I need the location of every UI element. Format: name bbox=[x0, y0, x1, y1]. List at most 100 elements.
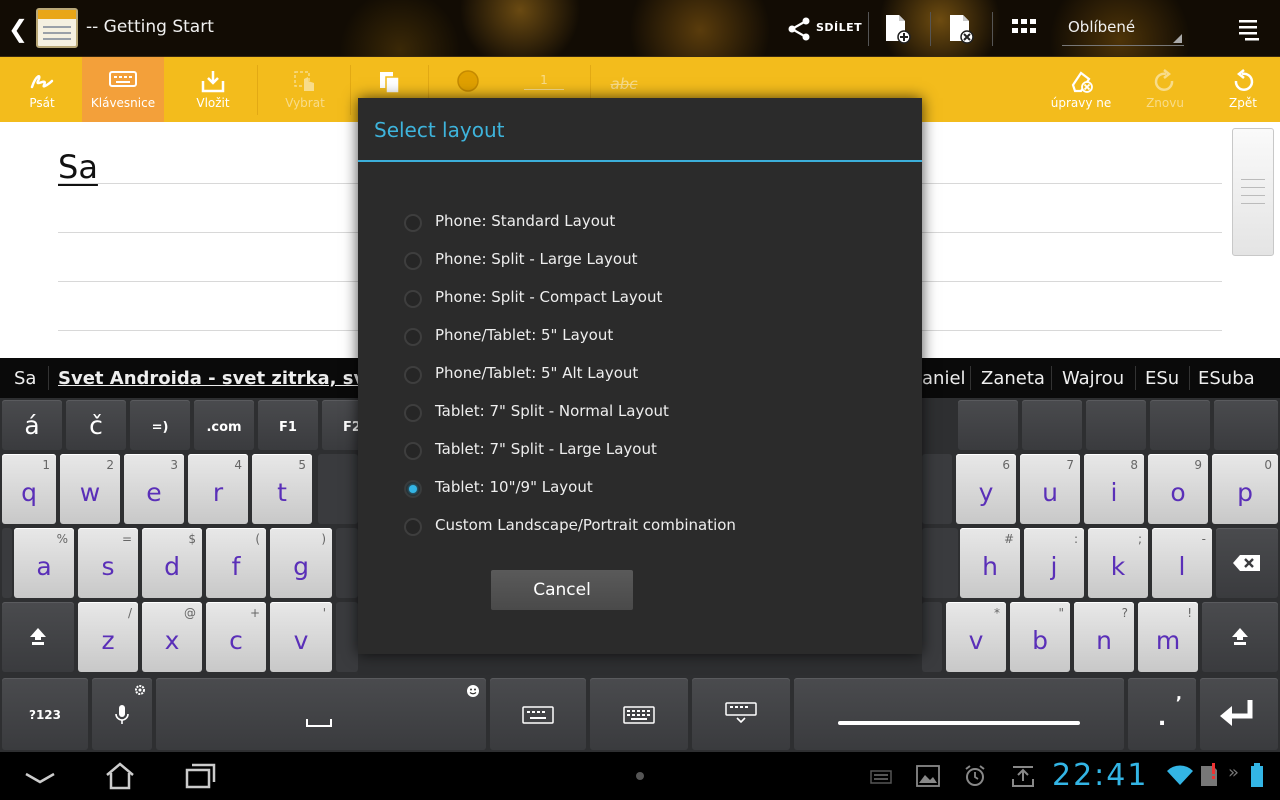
key-blank[interactable] bbox=[958, 400, 1018, 450]
key-j[interactable]: :j bbox=[1024, 528, 1084, 598]
undo-button[interactable]: Zpět bbox=[1216, 57, 1270, 122]
layout-option[interactable]: Phone/Tablet: 5" Layout bbox=[398, 320, 898, 354]
suggestion-divider bbox=[48, 366, 49, 390]
suggestion-phrase[interactable]: Svet Androida - svet zitrka, svet s bbox=[58, 368, 403, 389]
layout-option[interactable]: Phone: Split - Large Layout bbox=[398, 244, 898, 278]
delete-page-icon[interactable] bbox=[946, 13, 976, 45]
scrollbar-thumb[interactable] bbox=[1232, 128, 1274, 256]
key-r[interactable]: 4r bbox=[188, 454, 248, 524]
shift-key-right[interactable] bbox=[1202, 602, 1278, 672]
layout-option[interactable]: Custom Landscape/Portrait combination bbox=[398, 510, 898, 544]
key-t[interactable]: 5t bbox=[252, 454, 312, 524]
radio-button[interactable] bbox=[404, 366, 422, 384]
key-e[interactable]: 3e bbox=[124, 454, 184, 524]
key-m[interactable]: ! m bbox=[1138, 602, 1198, 672]
home-icon[interactable] bbox=[104, 761, 136, 791]
radio-button[interactable] bbox=[404, 442, 422, 460]
key-v[interactable]: ' v bbox=[270, 602, 332, 672]
period-key[interactable]: . , bbox=[1128, 678, 1196, 750]
key-d[interactable]: $ d bbox=[142, 528, 202, 598]
favorites-dropdown[interactable]: Oblíbené bbox=[1062, 12, 1184, 46]
key-n[interactable]: ? n bbox=[1074, 602, 1134, 672]
back-icon[interactable]: ❮ bbox=[8, 14, 30, 44]
note-text: Sa bbox=[58, 148, 98, 186]
key-h[interactable]: # h bbox=[960, 528, 1020, 598]
key-blank[interactable] bbox=[1022, 400, 1082, 450]
key-blank[interactable] bbox=[1086, 400, 1146, 450]
suggestion-word[interactable]: aniel bbox=[922, 368, 966, 389]
status-clock[interactable]: 22:41 bbox=[1052, 758, 1148, 793]
key-u[interactable]: 7u bbox=[1020, 454, 1080, 524]
key-c-caron[interactable]: č bbox=[66, 400, 126, 450]
keyboard-mode-button[interactable]: Klávesnice bbox=[82, 57, 164, 122]
key-blank[interactable] bbox=[1150, 400, 1210, 450]
key-a[interactable]: % a bbox=[14, 528, 74, 598]
key-g[interactable]: ) g bbox=[270, 528, 332, 598]
full-keyboard-key[interactable] bbox=[590, 678, 688, 750]
layout-option-selected[interactable]: Tablet: 10"/9" Layout bbox=[398, 472, 898, 506]
overflow-menu-icon[interactable] bbox=[1236, 13, 1266, 45]
suggestion-current[interactable]: Sa bbox=[14, 368, 36, 389]
symbols-key[interactable]: ?123 bbox=[2, 678, 88, 750]
key-b[interactable]: " b bbox=[1010, 602, 1070, 672]
layout-option[interactable]: Tablet: 7" Split - Large Layout bbox=[398, 434, 898, 468]
layout-option[interactable]: Phone: Split - Compact Layout bbox=[398, 282, 898, 316]
radio-button[interactable] bbox=[404, 252, 422, 270]
keyboard-label: Klávesnice bbox=[90, 96, 156, 110]
radio-button[interactable] bbox=[404, 404, 422, 422]
voice-input-key[interactable] bbox=[92, 678, 152, 750]
write-mode-button[interactable]: Psát bbox=[10, 57, 74, 122]
key-smiley[interactable]: =) bbox=[130, 400, 190, 450]
enter-key[interactable] bbox=[1200, 678, 1278, 750]
insert-button[interactable]: Vložit bbox=[178, 57, 248, 122]
key-a-acute[interactable]: á bbox=[2, 400, 62, 450]
radio-button-checked[interactable] bbox=[404, 480, 422, 498]
app-notebook-icon[interactable] bbox=[36, 8, 78, 48]
key-c[interactable]: + c bbox=[206, 602, 266, 672]
key-blank[interactable] bbox=[1214, 400, 1278, 450]
radio-button[interactable] bbox=[404, 290, 422, 308]
key-k[interactable]: ; k bbox=[1088, 528, 1148, 598]
new-page-icon[interactable] bbox=[882, 13, 912, 45]
layout-switch-key[interactable] bbox=[490, 678, 586, 750]
cancel-button[interactable]: Cancel bbox=[491, 570, 633, 610]
menu-dot-icon[interactable] bbox=[636, 772, 644, 780]
suggestion-word[interactable]: ESu bbox=[1145, 368, 1179, 389]
hide-keyboard-key[interactable] bbox=[692, 678, 790, 750]
key-y[interactable]: 6y bbox=[956, 454, 1016, 524]
dialog-title: Select layout bbox=[374, 118, 505, 142]
recent-apps-icon[interactable] bbox=[184, 762, 216, 790]
share-button[interactable]: SDÍLET bbox=[786, 14, 862, 44]
key-z[interactable]: / z bbox=[78, 602, 138, 672]
suggestion-word[interactable]: ESuba bbox=[1198, 368, 1255, 389]
key-v-right[interactable]: * v bbox=[946, 602, 1006, 672]
space-key-left[interactable] bbox=[156, 678, 486, 750]
layout-option[interactable]: Phone: Standard Layout bbox=[398, 206, 898, 240]
layout-option[interactable]: Phone/Tablet: 5" Alt Layout bbox=[398, 358, 898, 392]
key-o[interactable]: 9o bbox=[1148, 454, 1208, 524]
key-w[interactable]: 2w bbox=[60, 454, 120, 524]
radio-button[interactable] bbox=[404, 518, 422, 536]
hide-keyboard-nav-icon[interactable] bbox=[22, 768, 58, 788]
radio-button[interactable] bbox=[404, 328, 422, 346]
key-f1[interactable]: F1 bbox=[258, 400, 318, 450]
layout-option[interactable]: Tablet: 7" Split - Normal Layout bbox=[398, 396, 898, 430]
backspace-key[interactable] bbox=[1216, 528, 1278, 598]
shift-key-left[interactable] bbox=[2, 602, 74, 672]
key-l[interactable]: -l bbox=[1152, 528, 1212, 598]
key-p[interactable]: 0p bbox=[1212, 454, 1278, 524]
radio-button[interactable] bbox=[404, 214, 422, 232]
suggestion-word[interactable]: Zaneta bbox=[981, 368, 1045, 389]
select-button[interactable]: Vybrat bbox=[270, 57, 340, 122]
redo-button[interactable]: Znovu bbox=[1138, 57, 1192, 122]
key-s[interactable]: = s bbox=[78, 528, 138, 598]
grid-apps-icon[interactable] bbox=[1010, 13, 1040, 45]
suggestion-word[interactable]: Wajrou bbox=[1062, 368, 1124, 389]
key-f[interactable]: (f bbox=[206, 528, 266, 598]
key-dotcom[interactable]: .com bbox=[194, 400, 254, 450]
space-key-right[interactable] bbox=[794, 678, 1124, 750]
key-q[interactable]: 1q bbox=[2, 454, 56, 524]
undo-edits-button[interactable]: úpravy ne bbox=[1044, 57, 1118, 122]
key-i[interactable]: 8i bbox=[1084, 454, 1144, 524]
key-x[interactable]: @ x bbox=[142, 602, 202, 672]
